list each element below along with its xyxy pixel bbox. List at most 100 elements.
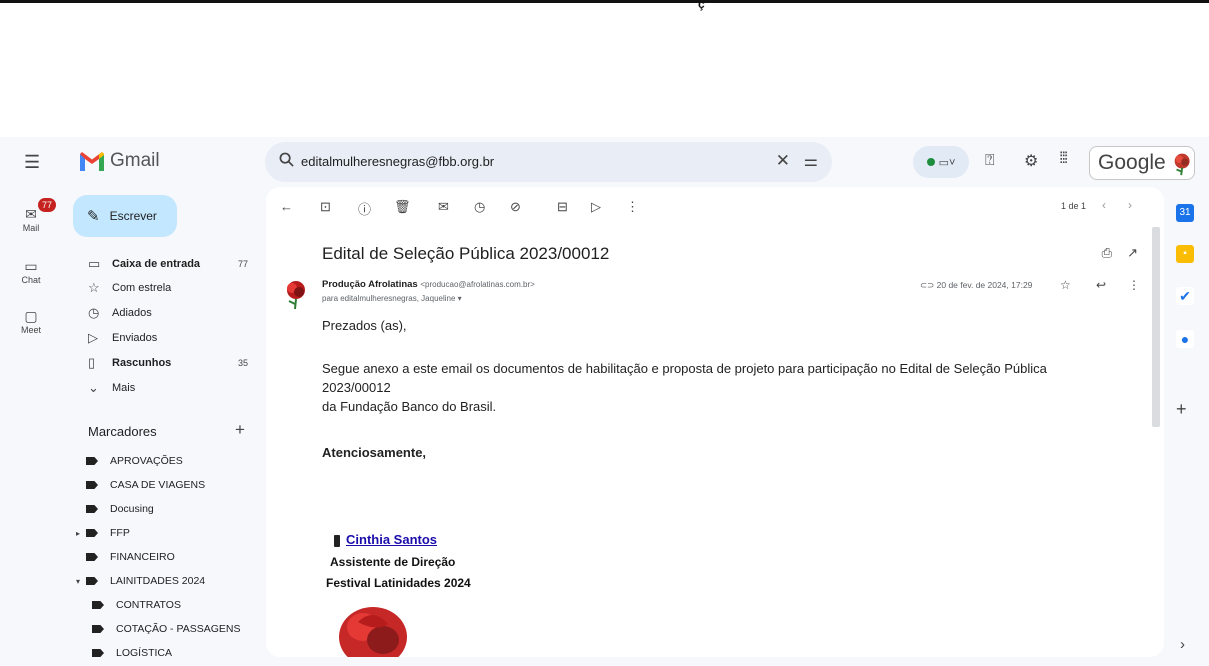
label-item-ffp[interactable]: ▸ FFP: [76, 521, 256, 545]
add-label-icon[interactable]: +: [235, 420, 245, 440]
label-name: LOGÍSTICA: [116, 647, 173, 659]
label-item-casa-de-viagens[interactable]: CASA DE VIAGENS: [76, 473, 256, 497]
sidebar-item-count: 35: [237, 358, 248, 368]
add-addon-icon[interactable]: +: [1176, 399, 1187, 420]
add-task-icon[interactable]: ⊘: [510, 199, 521, 215]
back-arrow-icon[interactable]: ←: [280, 199, 293, 214]
sender-name[interactable]: Produção Afrolatinas: [322, 279, 418, 290]
attachment-clip-icon: ⊂⊃: [920, 280, 935, 290]
calendar-icon[interactable]: 31: [1176, 204, 1194, 222]
move-to-icon[interactable]: ⊟: [557, 199, 568, 215]
recipients-dropdown[interactable]: para editalmulheresnegras, Jaqueline ▾: [322, 294, 462, 303]
label-name: FFP: [110, 527, 130, 539]
archive-icon[interactable]: ⊡: [320, 199, 331, 215]
label-caret[interactable]: ▾: [76, 577, 86, 586]
meet-icon: ▢: [24, 308, 38, 324]
label-item-contratos[interactable]: CONTRATOS: [76, 593, 256, 617]
label-name: APROVAÇÕES: [110, 455, 183, 467]
body-greeting: Prezados (as),: [322, 318, 407, 333]
label-tag-icon: [86, 529, 98, 537]
label-tag-icon: [92, 625, 104, 633]
search-icon[interactable]: [279, 152, 294, 172]
report-spam-icon[interactable]: ⓘ: [358, 199, 371, 218]
body-line-1: Segue anexo a este email os documentos d…: [322, 361, 1047, 376]
rail-meet-label: Meet: [20, 325, 41, 335]
body-line-2: 2023/00012: [322, 380, 391, 395]
status-selector[interactable]: ▭˅: [913, 146, 969, 178]
recipients-text: para editalmulheresnegras, Jaqueline: [322, 294, 456, 303]
label-tag-icon: [86, 553, 98, 561]
label-item-lainitdades-2024[interactable]: ▾ LAINITDADES 2024: [76, 569, 256, 593]
tasks-icon[interactable]: ✔: [1176, 287, 1194, 305]
contacts-icon[interactable]: ●: [1176, 330, 1194, 348]
label-icon[interactable]: ▷: [591, 199, 601, 215]
sidebar-item-inbox[interactable]: ▭ Caixa de entrada 77: [88, 252, 248, 276]
print-icon[interactable]: ⎙: [1102, 245, 1112, 261]
search-options-icon[interactable]: ⚌: [804, 151, 818, 171]
label-tag-icon: [86, 577, 98, 585]
gmail-logo[interactable]: Gmail: [80, 150, 160, 172]
message-more-icon[interactable]: ⋮: [1128, 278, 1140, 292]
message-date: 20 de fev. de 2024, 17:29: [936, 280, 1033, 290]
star-message-icon[interactable]: ☆: [1060, 278, 1071, 292]
body-line-3: da Fundação Banco do Brasil.: [322, 399, 497, 414]
sender-avatar-rose-icon[interactable]: [282, 279, 310, 309]
keep-icon[interactable]: ▪: [1176, 245, 1194, 263]
sidebar-item-label: Mais: [112, 382, 136, 394]
rail-mail-label: Mail: [22, 223, 40, 233]
account-avatar-rose-icon: [1174, 153, 1190, 176]
rail-meet[interactable]: ▢ Meet: [14, 308, 48, 335]
mail-unread-badge: 77: [38, 198, 56, 212]
prev-page-icon[interactable]: ‹: [1102, 198, 1106, 212]
sidebar-item-snoozed[interactable]: ◷ Adiados: [88, 301, 248, 325]
account-switcher[interactable]: Google: [1089, 146, 1195, 180]
draft-icon: ▯: [88, 355, 96, 370]
sidebar-item-count: 77: [237, 259, 248, 269]
clear-search-icon[interactable]: ✕: [776, 151, 790, 171]
mark-unread-icon[interactable]: ✉: [438, 199, 449, 215]
message-panel: ← ⊡ ⓘ 🗑 ✉ ◷ ⊘ ⊟ ▷ ⋮ 1 de 1 ‹ › Edital de…: [266, 187, 1164, 657]
sidebar-item-label: Rascunhos: [112, 357, 172, 369]
signature-name-link[interactable]: Cinthia Santos: [346, 532, 437, 547]
next-page-icon[interactable]: ›: [1128, 198, 1132, 212]
chevron-down-icon: ⌄: [88, 380, 99, 395]
signature-org: Festival Latinidades 2024: [326, 576, 471, 590]
search-bar[interactable]: editalmulheresnegras@fbb.org.br ✕ ⚌: [265, 142, 832, 182]
rail-chat-label: Chat: [21, 275, 41, 285]
label-tag-icon: [86, 481, 98, 489]
label-item-logistica[interactable]: LOGÍSTICA: [76, 641, 256, 665]
labels-heading: Marcadores: [88, 424, 157, 439]
label-caret[interactable]: ▸: [76, 529, 86, 538]
sidebar-item-more[interactable]: ⌄ Mais: [88, 376, 248, 400]
more-options-icon[interactable]: ⋮: [626, 199, 639, 215]
help-icon[interactable]: ⍰: [985, 152, 995, 170]
active-status-dot: [926, 158, 935, 166]
label-name: FINANCEIRO: [110, 551, 175, 563]
star-icon: ☆: [88, 280, 100, 295]
open-new-window-icon[interactable]: ↗: [1127, 245, 1138, 261]
sender-email: <producao@afrolatinas.com.br>: [420, 280, 535, 289]
settings-gear-icon[interactable]: ⚙: [1024, 151, 1038, 171]
message-scrollbar[interactable]: [1152, 227, 1160, 427]
sidebar-item-drafts[interactable]: ▯ Rascunhos 35: [88, 351, 248, 375]
reply-icon[interactable]: ↩: [1096, 278, 1106, 292]
rail-chat[interactable]: ▭ Chat: [14, 258, 48, 285]
sidebar-item-starred[interactable]: ☆ Com estrela: [88, 276, 248, 300]
snooze-clock-icon[interactable]: ◷: [474, 199, 485, 215]
label-name: COTAÇÃO - PASSAGENS: [116, 623, 241, 635]
label-item-cotacao-passagens[interactable]: COTAÇÃO - PASSAGENS: [76, 617, 256, 641]
google-wordmark: Google: [1098, 151, 1166, 174]
label-item-docusing[interactable]: Docusing: [76, 497, 256, 521]
apps-grid-icon[interactable]: ⁞⁞⁞: [1059, 150, 1068, 168]
label-item-financeiro[interactable]: FINANCEIRO: [76, 545, 256, 569]
sidebar-item-label: Adiados: [112, 307, 152, 319]
main-menu-icon[interactable]: ☰: [24, 152, 40, 173]
compose-button[interactable]: ✎ Escrever: [73, 195, 177, 237]
sidebar-item-sent[interactable]: ▷ Enviados: [88, 326, 248, 350]
phone-icon: [334, 535, 340, 547]
expand-side-panel-icon[interactable]: ›: [1180, 636, 1185, 653]
sender-line: Produção Afrolatinas <producao@afrolatin…: [322, 279, 535, 290]
label-item-aprovacoes[interactable]: APROVAÇÕES: [76, 449, 256, 473]
delete-icon[interactable]: 🗑: [394, 199, 411, 215]
search-input[interactable]: editalmulheresnegras@fbb.org.br: [301, 154, 494, 169]
